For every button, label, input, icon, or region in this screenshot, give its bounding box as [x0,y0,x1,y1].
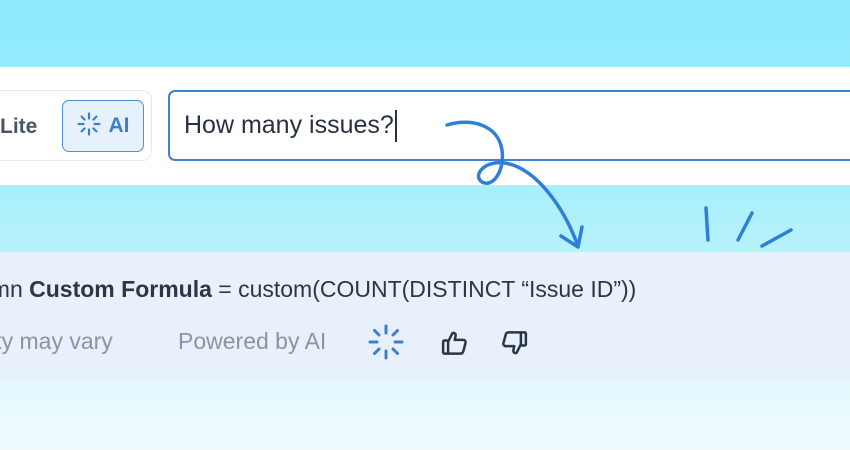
formula-prefix: umn [0,276,23,302]
thumbs-up-icon[interactable] [440,328,470,363]
formula-expression: = custom(COUNT(DISTINCT “Issue ID”)) [211,276,637,302]
powered-sparkle-icon [368,324,404,365]
mode-lite-button[interactable]: Lite [0,115,37,139]
text-caret [394,109,397,142]
sparkle-icon [76,111,101,141]
powered-by-label: Powered by AI [178,328,327,354]
disclaimer-text: lity may vary [0,328,113,354]
formula-column-name: Custom Formula [29,276,212,302]
mode-ai-button[interactable]: AI [62,100,144,152]
formula-line: umn Custom Formula = custom(COUNT(DISTIN… [0,276,636,303]
query-text: How many issues? [184,111,394,139]
thumbs-down-icon[interactable] [499,328,529,363]
result-panel [0,252,850,382]
mode-ai-label: AI [108,114,130,137]
query-input[interactable]: How many issues? [168,90,850,161]
